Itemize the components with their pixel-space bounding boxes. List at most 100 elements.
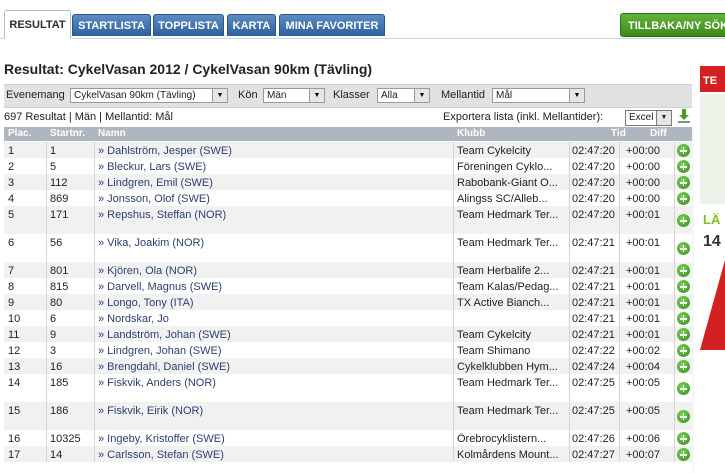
runner-name-link[interactable]: » Darvell, Magnus (SWE) bbox=[98, 281, 222, 293]
column-divider bbox=[674, 174, 675, 190]
download-icon[interactable] bbox=[677, 108, 691, 124]
header-name[interactable]: Namn bbox=[98, 128, 126, 139]
add-favorite-icon[interactable] bbox=[677, 176, 690, 189]
table-row: 9 80 » Longo, Tony (ITA) TX Active Bianch..… bbox=[4, 294, 692, 310]
export-format-select[interactable]: Excel ▼ bbox=[625, 110, 672, 126]
add-favorite-icon[interactable] bbox=[677, 328, 690, 341]
runner-name-link[interactable]: » Bleckur, Lars (SWE) bbox=[98, 161, 206, 173]
cell-startnr: 801 bbox=[50, 265, 69, 277]
tab-startlista[interactable]: STARTLISTA bbox=[72, 14, 151, 36]
cell-diff: +00:01 bbox=[626, 209, 660, 221]
vertical-scrollbar[interactable] bbox=[692, 128, 694, 473]
header-time[interactable]: Tid bbox=[611, 128, 626, 139]
cell-club: Team Cykelcity bbox=[457, 329, 531, 341]
runner-name-link[interactable]: » Jonsson, Olof (SWE) bbox=[98, 193, 210, 205]
runner-name-link[interactable]: » Kjören, Ola (NOR) bbox=[98, 265, 197, 277]
add-favorite-icon[interactable] bbox=[677, 344, 690, 357]
add-favorite-icon[interactable] bbox=[677, 280, 690, 293]
cell-club: Team Hedmark Ter... bbox=[457, 377, 559, 389]
add-favorite-icon[interactable] bbox=[677, 360, 690, 373]
column-divider bbox=[569, 262, 570, 278]
runner-name-link[interactable]: » Longo, Tony (ITA) bbox=[98, 297, 194, 309]
column-divider bbox=[46, 446, 47, 462]
chevron-down-icon: ▼ bbox=[309, 89, 324, 102]
split-select[interactable]: Mål ▼ bbox=[492, 88, 585, 103]
tab-mina-favoriter[interactable]: MINA FAVORITER bbox=[279, 14, 385, 36]
advertisement-banner[interactable]: TE LÄ 14 bbox=[700, 60, 725, 473]
split-label: Mellantid bbox=[441, 89, 486, 101]
export-format-value: Excel bbox=[629, 112, 654, 123]
runner-name-link[interactable]: » Landström, Johan (SWE) bbox=[98, 329, 231, 341]
cell-diff: +00:01 bbox=[626, 237, 660, 249]
back-new-search-button[interactable]: TILLBAKA/NY SÖK bbox=[620, 13, 725, 37]
runner-name-link[interactable]: » Nordskar, Jo bbox=[98, 313, 169, 325]
cell-time: 02:47:22 bbox=[572, 345, 615, 357]
table-row: 1 1 » Dahlström, Jesper (SWE) Team Cykelcit… bbox=[4, 142, 692, 158]
column-divider bbox=[619, 430, 620, 446]
header-startnr[interactable]: Startnr. bbox=[50, 128, 85, 139]
event-select[interactable]: CykelVasan 90km (Tävling) ▼ bbox=[70, 88, 228, 103]
add-favorite-icon[interactable] bbox=[677, 144, 690, 157]
runner-name-link[interactable]: » Vika, Joakim (NOR) bbox=[98, 237, 204, 249]
add-favorite-icon[interactable] bbox=[677, 296, 690, 309]
column-divider bbox=[674, 142, 675, 158]
column-divider bbox=[569, 158, 570, 174]
cell-plac: 1 bbox=[8, 145, 15, 157]
add-favorite-icon[interactable] bbox=[677, 312, 690, 325]
cell-diff: +00:01 bbox=[626, 297, 660, 309]
runner-name-link[interactable]: » Brengdahl, Daniel (SWE) bbox=[98, 361, 230, 373]
gender-select[interactable]: Män ▼ bbox=[263, 88, 325, 103]
runner-name-link[interactable]: » Ingeby, Kristoffer (SWE) bbox=[98, 433, 225, 445]
runner-name-link[interactable]: » Carlsson, Stefan (SWE) bbox=[98, 449, 224, 461]
runner-name-link[interactable]: » Repshus, Steffan (NOR) bbox=[98, 209, 226, 221]
column-divider bbox=[674, 158, 675, 174]
cell-plac: 9 bbox=[8, 297, 15, 309]
add-favorite-icon[interactable] bbox=[677, 432, 690, 445]
header-diff[interactable]: Diff bbox=[650, 128, 667, 139]
table-row: 16 10325 » Ingeby, Kristoffer (SWE) Örebroc… bbox=[4, 430, 692, 446]
runner-name-link[interactable]: » Fiskvik, Anders (NOR) bbox=[98, 377, 216, 389]
runner-name-link[interactable]: » Fiskvik, Eirik (NOR) bbox=[98, 405, 203, 417]
tab-topplista[interactable]: TOPPLISTA bbox=[153, 14, 224, 36]
column-divider bbox=[94, 278, 95, 294]
table-row: 7 801 » Kjören, Ola (NOR) Team Herbalife 2.… bbox=[4, 262, 692, 278]
column-divider bbox=[453, 342, 454, 358]
add-favorite-icon[interactable] bbox=[677, 242, 690, 255]
cell-startnr: 185 bbox=[50, 377, 69, 389]
column-divider bbox=[94, 430, 95, 446]
add-favorite-icon[interactable] bbox=[677, 160, 690, 173]
runner-name-link[interactable]: » Dahlström, Jesper (SWE) bbox=[98, 145, 232, 157]
add-favorite-icon[interactable] bbox=[677, 214, 690, 227]
cell-time: 02:47:26 bbox=[572, 433, 615, 445]
column-divider bbox=[453, 142, 454, 158]
add-favorite-icon[interactable] bbox=[677, 382, 690, 395]
class-select[interactable]: Alla ▼ bbox=[377, 88, 430, 103]
runner-name-link[interactable]: » Lindgren, Emil (SWE) bbox=[98, 177, 213, 189]
column-divider bbox=[569, 358, 570, 374]
column-divider bbox=[619, 174, 620, 190]
table-row: 10 6 » Nordskar, Jo 02:47:21 +00:01 bbox=[4, 310, 692, 326]
cell-diff: +00:01 bbox=[626, 265, 660, 277]
add-favorite-icon[interactable] bbox=[677, 192, 690, 205]
header-club[interactable]: Klubb bbox=[457, 128, 485, 139]
table-row: 11 9 » Landström, Johan (SWE) Team Cykelcit… bbox=[4, 326, 692, 342]
column-divider bbox=[619, 402, 620, 430]
column-divider bbox=[569, 190, 570, 206]
column-divider bbox=[453, 158, 454, 174]
column-divider bbox=[674, 402, 675, 430]
cell-startnr: 3 bbox=[50, 345, 57, 357]
add-favorite-icon[interactable] bbox=[677, 448, 690, 461]
tab-resultat[interactable]: RESULTAT bbox=[4, 10, 71, 39]
add-favorite-icon[interactable] bbox=[677, 410, 690, 423]
column-divider bbox=[674, 430, 675, 446]
header-plac[interactable]: Plac. bbox=[8, 128, 31, 139]
cell-club: Alingss SC/Alleb... bbox=[457, 193, 548, 205]
cell-plac: 2 bbox=[8, 161, 15, 173]
add-favorite-icon[interactable] bbox=[677, 264, 690, 277]
runner-name-link[interactable]: » Lindgren, Johan (SWE) bbox=[98, 345, 222, 357]
column-divider bbox=[619, 206, 620, 234]
chevron-down-icon: ▼ bbox=[569, 89, 584, 102]
tab-karta[interactable]: KARTA bbox=[227, 14, 276, 36]
column-divider bbox=[46, 158, 47, 174]
column-divider bbox=[46, 278, 47, 294]
